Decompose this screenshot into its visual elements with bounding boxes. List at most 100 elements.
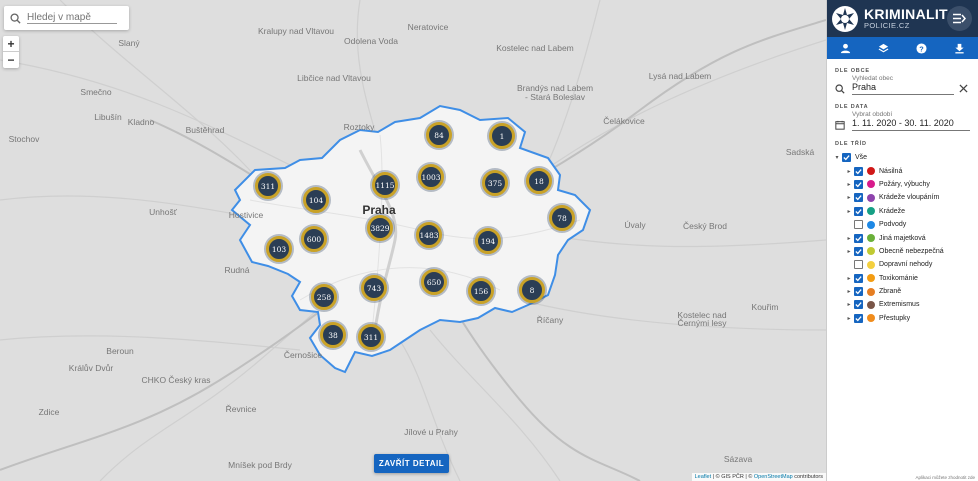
crime-cluster-marker[interactable]: 743 xyxy=(361,275,387,301)
crime-cluster-marker[interactable]: 38 xyxy=(320,322,346,348)
category-checkbox[interactable] xyxy=(854,273,863,283)
zoom-out-button[interactable]: − xyxy=(3,52,19,68)
expand-category-icon[interactable]: ▸ xyxy=(844,275,854,282)
osm-link[interactable]: OpenStreetMap xyxy=(754,474,793,480)
crime-cluster-marker[interactable]: 84 xyxy=(426,122,452,148)
expand-category-icon[interactable]: ▸ xyxy=(844,194,854,201)
category-checkbox[interactable] xyxy=(854,220,863,230)
crime-cluster-marker[interactable]: 311 xyxy=(358,324,384,350)
rate-app-link[interactable]: Aplikaci můžete zhodnotit zde xyxy=(915,475,975,480)
crime-cluster-marker[interactable]: 156 xyxy=(468,278,494,304)
expand-category-icon[interactable]: ▸ xyxy=(844,288,854,295)
place-label: Slaný xyxy=(118,38,140,48)
category-checkbox[interactable] xyxy=(854,193,863,203)
expand-category-icon[interactable]: ▸ xyxy=(844,235,854,242)
category-color-dot xyxy=(867,167,875,176)
place-label: Smečno xyxy=(80,87,112,97)
category-checkbox[interactable] xyxy=(854,206,863,216)
place-label: Libčice nad Vltavou xyxy=(297,73,371,83)
expand-category-icon[interactable]: ▸ xyxy=(844,301,854,308)
place-label: Kralupy nad Vltavou xyxy=(257,26,335,36)
expand-category-icon[interactable]: ▸ xyxy=(844,181,854,188)
category-label: Násilná xyxy=(879,167,903,175)
map-search-box[interactable] xyxy=(4,6,129,30)
obec-field[interactable]: Vyhledat obec Praha xyxy=(835,75,970,95)
category-label: Zbraně xyxy=(879,288,902,296)
category-row: ▸ Zbraně xyxy=(844,285,978,298)
download-icon xyxy=(955,43,964,53)
category-checkbox[interactable] xyxy=(854,246,863,256)
category-checkbox[interactable] xyxy=(854,233,863,243)
crime-cluster-marker[interactable]: 8 xyxy=(519,277,545,303)
crime-cluster-marker[interactable]: 1003 xyxy=(418,164,444,190)
place-label: Odolena Voda xyxy=(344,36,398,46)
expand-category-icon[interactable]: ▸ xyxy=(844,208,854,215)
collapse-panel-icon xyxy=(953,13,966,24)
place-label: Kouřim xyxy=(751,302,779,312)
expand-category-icon[interactable]: ▸ xyxy=(844,168,854,175)
leaflet-link[interactable]: Leaflet xyxy=(695,474,712,480)
datum-input[interactable]: 1. 11. 2020 - 30. 11. 2020 xyxy=(852,118,970,131)
crime-cluster-marker[interactable]: 103 xyxy=(266,236,292,262)
obec-label: Vyhledat obec xyxy=(852,75,893,82)
category-color-dot xyxy=(867,260,875,269)
place-label: Neratovice xyxy=(407,22,449,32)
place-label: Lysá nad Labem xyxy=(648,71,712,81)
crime-cluster-marker[interactable]: 600 xyxy=(301,226,327,252)
crime-cluster-marker[interactable]: 78 xyxy=(549,205,575,231)
tab-help[interactable]: ? xyxy=(903,37,941,59)
place-label: Úvaly xyxy=(624,220,646,230)
category-color-dot xyxy=(867,193,875,202)
category-checkbox[interactable] xyxy=(854,300,863,310)
expand-category-icon[interactable]: ▸ xyxy=(844,248,854,255)
place-label: Libušín xyxy=(94,112,122,122)
map-search-input[interactable] xyxy=(27,12,117,24)
crime-cluster-marker[interactable]: 1 xyxy=(489,123,515,149)
panel-tabs: ? xyxy=(827,37,978,59)
category-checkbox[interactable] xyxy=(854,166,863,176)
crime-cluster-marker[interactable]: 650 xyxy=(421,269,447,295)
crime-cluster-marker[interactable]: 18 xyxy=(526,168,552,194)
category-row: ▸ Obecně nebezpečná xyxy=(844,245,978,258)
crime-cluster-marker[interactable]: 194 xyxy=(475,228,501,254)
category-row: Dopravní nehody xyxy=(844,258,978,271)
checkbox-all[interactable] xyxy=(842,153,851,163)
attribution-contributors: contributors xyxy=(794,474,823,480)
svg-text:?: ? xyxy=(919,44,924,53)
tab-download[interactable] xyxy=(940,37,978,59)
category-checkbox[interactable] xyxy=(854,179,863,189)
crime-cluster-marker[interactable]: 311 xyxy=(255,173,281,199)
help-icon: ? xyxy=(916,42,927,54)
collapse-all-icon[interactable]: ▾ xyxy=(832,154,842,161)
crime-cluster-marker[interactable]: 375 xyxy=(482,170,508,196)
panel-toggle-button[interactable] xyxy=(947,6,972,31)
category-color-dot xyxy=(867,247,875,256)
place-label: Jílové u Prahy xyxy=(404,427,458,437)
check-icon xyxy=(843,155,850,161)
expand-category-icon[interactable]: ▸ xyxy=(844,315,854,322)
category-label: Jiná majetková xyxy=(879,234,926,242)
check-icon xyxy=(855,208,862,215)
map-view[interactable]: Slaný Kralupy nad Vltavou Neratovice Odolen… xyxy=(0,0,826,481)
datum-field[interactable]: Vybrat období 1. 11. 2020 - 30. 11. 2020 xyxy=(835,111,970,131)
clear-obec-icon[interactable] xyxy=(959,84,968,93)
category-color-dot xyxy=(867,300,875,309)
crime-cluster-marker[interactable]: 3829 xyxy=(367,215,393,241)
crime-cluster-marker[interactable]: 1483 xyxy=(416,222,442,248)
close-detail-button[interactable]: ZAVŘÍT DETAIL xyxy=(374,454,449,473)
zoom-in-button[interactable]: + xyxy=(3,36,19,52)
check-icon xyxy=(855,302,862,308)
crime-cluster-marker[interactable]: 258 xyxy=(311,284,337,310)
category-checkbox[interactable] xyxy=(854,313,863,323)
category-checkbox[interactable] xyxy=(854,260,863,270)
tab-person[interactable] xyxy=(827,37,865,59)
place-label: Český Brod xyxy=(683,221,727,231)
category-checkbox[interactable] xyxy=(854,287,863,297)
attribution-cuzk: | © GIS PČR | © xyxy=(712,474,753,480)
crime-cluster-marker[interactable]: 104 xyxy=(303,187,329,213)
brand-subtitle: POLICIE.CZ xyxy=(864,21,910,30)
tab-layers[interactable] xyxy=(865,37,903,59)
category-color-dot xyxy=(867,234,875,243)
obec-input[interactable]: Praha xyxy=(852,82,954,95)
crime-cluster-marker[interactable]: 1115 xyxy=(372,172,398,198)
